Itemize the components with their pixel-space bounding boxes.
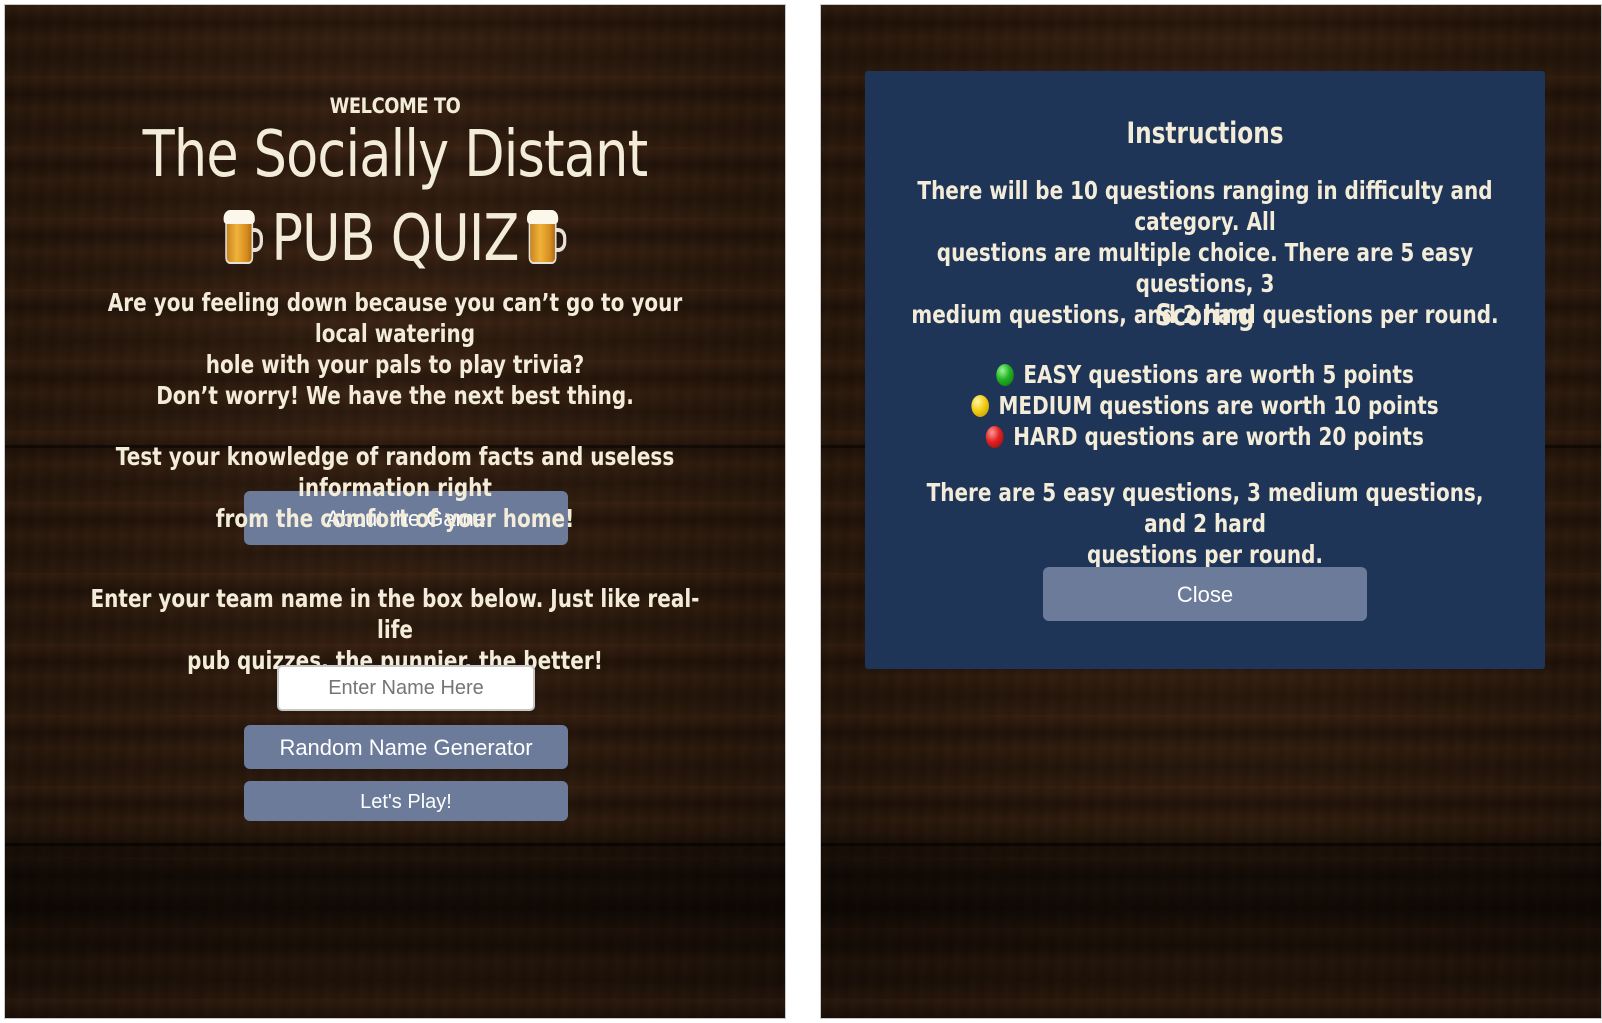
team-name-prompt: Enter your team name in the box below. J… bbox=[83, 583, 707, 676]
instructions-heading: Instructions bbox=[1126, 116, 1284, 150]
team-name-input[interactable] bbox=[277, 665, 535, 711]
welcome-header: WELCOME TO The Socially Distant PUB QUIZ… bbox=[5, 93, 785, 534]
random-name-generator-button[interactable]: Random Name Generator bbox=[244, 725, 568, 769]
scoring-row-easy: EASY questions are worth 5 points bbox=[933, 359, 1477, 390]
close-button[interactable]: Close bbox=[1043, 567, 1367, 621]
title-line-2: PUB QUIZ bbox=[271, 202, 519, 276]
page-title-line-2: PUB QUIZ bbox=[75, 199, 715, 279]
team-prompt-line: Enter your team name in the box below. J… bbox=[90, 584, 700, 644]
rounds-line: questions per round. bbox=[1087, 540, 1323, 569]
intro-text: Are you feeling down because you can’t g… bbox=[83, 287, 707, 534]
scoring-text: MEDIUM questions are worth 10 points bbox=[998, 391, 1439, 420]
rounds-text: There are 5 easy questions, 3 medium que… bbox=[917, 477, 1493, 570]
title-line-1: The Socially Distant bbox=[142, 118, 649, 192]
instructions-line: There will be 10 questions ranging in di… bbox=[917, 176, 1493, 236]
scoring-text: HARD questions are worth 20 points bbox=[1013, 422, 1424, 451]
intro-line: Are you feeling down because you can’t g… bbox=[107, 288, 683, 348]
welcome-screen: WELCOME TO The Socially Distant PUB QUIZ… bbox=[4, 4, 786, 1019]
instructions-screen: Instructions There will be 10 questions … bbox=[820, 4, 1602, 1019]
rounds-line: There are 5 easy questions, 3 medium que… bbox=[926, 478, 1484, 538]
red-circle-icon bbox=[986, 426, 1004, 448]
instructions-modal: Instructions There will be 10 questions … bbox=[865, 71, 1545, 669]
beer-mug-icon bbox=[526, 208, 567, 264]
scoring-heading: Scoring bbox=[1155, 298, 1255, 332]
intro-line: hole with your pals to play trivia? bbox=[205, 350, 585, 379]
lets-play-button[interactable]: Let's Play! bbox=[244, 781, 568, 821]
scoring-text: EASY questions are worth 5 points bbox=[1023, 360, 1414, 389]
green-circle-icon bbox=[996, 364, 1014, 386]
intro-line: Test your knowledge of random facts and … bbox=[115, 442, 675, 502]
yellow-circle-icon bbox=[971, 395, 989, 417]
instructions-line: questions are multiple choice. There are… bbox=[936, 238, 1474, 298]
beer-mug-icon bbox=[223, 208, 264, 264]
intro-line: from the comfort of your home! bbox=[215, 504, 575, 533]
intro-line: Don’t worry! We have the next best thing… bbox=[156, 381, 634, 410]
scoring-list: EASY questions are worth 5 points MEDIUM… bbox=[933, 359, 1477, 452]
scoring-row-medium: MEDIUM questions are worth 10 points bbox=[933, 390, 1477, 421]
scoring-row-hard: HARD questions are worth 20 points bbox=[933, 421, 1477, 452]
page-title: The Socially Distant bbox=[75, 115, 715, 195]
